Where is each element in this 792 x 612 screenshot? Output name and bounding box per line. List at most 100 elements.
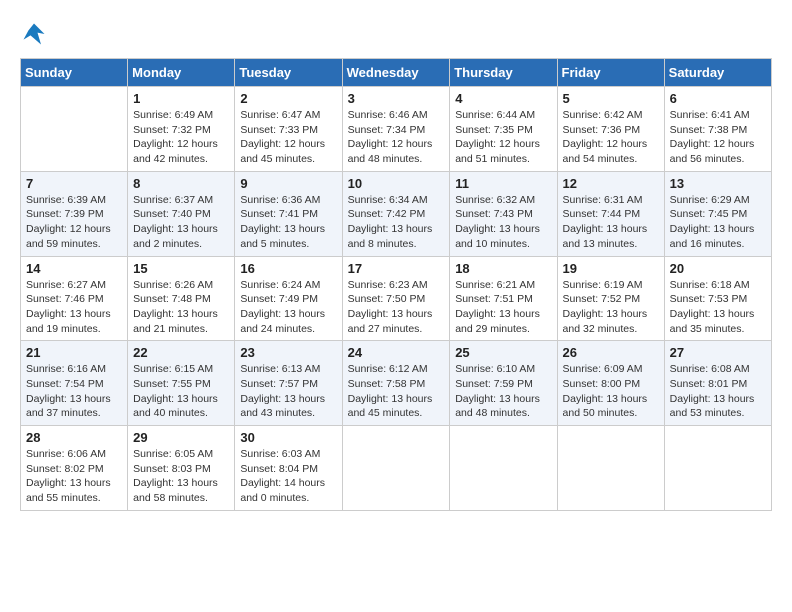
- calendar-cell: 19 Sunrise: 6:19 AM Sunset: 7:52 PM Dayli…: [557, 256, 664, 341]
- calendar-cell: 24Sunrise: 6:12 AM Sunset: 7:58 PM Dayli…: [342, 341, 450, 426]
- day-info: Sunrise: 6:13 AM Sunset: 7:57 PM Dayligh…: [240, 362, 336, 421]
- weekday-header-tuesday: Tuesday: [235, 59, 342, 87]
- day-info: Sunrise: 6:46 AM Sunset: 7:34 PM Dayligh…: [348, 108, 445, 167]
- day-number: 22: [133, 345, 229, 360]
- day-info: Sunrise: 6:41 AM Sunset: 7:38 PM Dayligh…: [670, 108, 766, 167]
- day-number: 14: [26, 261, 122, 276]
- day-number: 1: [133, 91, 229, 106]
- day-number: 24: [348, 345, 445, 360]
- calendar-week-row: 21Sunrise: 6:16 AM Sunset: 7:54 PM Dayli…: [21, 341, 772, 426]
- page-header: [20, 20, 772, 48]
- day-info: Sunrise: 6:18 AM Sunset: 7:53 PM Dayligh…: [670, 278, 766, 337]
- calendar-cell: 5 Sunrise: 6:42 AM Sunset: 7:36 PM Daylig…: [557, 87, 664, 172]
- calendar-week-row: 28 Sunrise: 6:06 AM Sunset: 8:02 PM Dayli…: [21, 426, 772, 511]
- day-number: 27: [670, 345, 766, 360]
- calendar-cell: 20 Sunrise: 6:18 AM Sunset: 7:53 PM Dayli…: [664, 256, 771, 341]
- calendar-week-row: 1 Sunrise: 6:49 AM Sunset: 7:32 PM Daylig…: [21, 87, 772, 172]
- calendar-cell: 8Sunrise: 6:37 AM Sunset: 7:40 PM Daylig…: [128, 171, 235, 256]
- day-number: 20: [670, 261, 766, 276]
- calendar-cell: 14 Sunrise: 6:27 AM Sunset: 7:46 PM Dayli…: [21, 256, 128, 341]
- day-info: Sunrise: 6:27 AM Sunset: 7:46 PM Dayligh…: [26, 278, 122, 337]
- day-number: 26: [563, 345, 659, 360]
- calendar-cell: 30 Sunrise: 6:03 AM Sunset: 8:04 PM Dayli…: [235, 426, 342, 511]
- day-number: 7: [26, 176, 122, 191]
- calendar-cell: 10 Sunrise: 6:34 AM Sunset: 7:42 PM Dayli…: [342, 171, 450, 256]
- day-info: Sunrise: 6:29 AM Sunset: 7:45 PM Dayligh…: [670, 193, 766, 252]
- day-info: Sunrise: 6:05 AM Sunset: 8:03 PM Dayligh…: [133, 447, 229, 506]
- calendar-cell: 18Sunrise: 6:21 AM Sunset: 7:51 PM Dayli…: [450, 256, 557, 341]
- day-info: Sunrise: 6:39 AM Sunset: 7:39 PM Dayligh…: [26, 193, 122, 252]
- day-number: 9: [240, 176, 336, 191]
- day-number: 3: [348, 91, 445, 106]
- day-number: 25: [455, 345, 551, 360]
- day-number: 30: [240, 430, 336, 445]
- day-info: Sunrise: 6:49 AM Sunset: 7:32 PM Dayligh…: [133, 108, 229, 167]
- day-info: Sunrise: 6:19 AM Sunset: 7:52 PM Dayligh…: [563, 278, 659, 337]
- day-info: Sunrise: 6:09 AM Sunset: 8:00 PM Dayligh…: [563, 362, 659, 421]
- day-info: Sunrise: 6:06 AM Sunset: 8:02 PM Dayligh…: [26, 447, 122, 506]
- day-number: 16: [240, 261, 336, 276]
- calendar-cell: 1 Sunrise: 6:49 AM Sunset: 7:32 PM Daylig…: [128, 87, 235, 172]
- weekday-header-saturday: Saturday: [664, 59, 771, 87]
- calendar-cell: 22 Sunrise: 6:15 AM Sunset: 7:55 PM Dayli…: [128, 341, 235, 426]
- calendar-cell: 15 Sunrise: 6:26 AM Sunset: 7:48 PM Dayli…: [128, 256, 235, 341]
- day-number: 19: [563, 261, 659, 276]
- calendar-cell: 26 Sunrise: 6:09 AM Sunset: 8:00 PM Dayli…: [557, 341, 664, 426]
- calendar-cell: [450, 426, 557, 511]
- logo-icon: [20, 20, 48, 48]
- day-info: Sunrise: 6:44 AM Sunset: 7:35 PM Dayligh…: [455, 108, 551, 167]
- weekday-header-friday: Friday: [557, 59, 664, 87]
- day-info: Sunrise: 6:03 AM Sunset: 8:04 PM Dayligh…: [240, 447, 336, 506]
- weekday-header-sunday: Sunday: [21, 59, 128, 87]
- day-info: Sunrise: 6:15 AM Sunset: 7:55 PM Dayligh…: [133, 362, 229, 421]
- day-info: Sunrise: 6:31 AM Sunset: 7:44 PM Dayligh…: [563, 193, 659, 252]
- weekday-header-thursday: Thursday: [450, 59, 557, 87]
- weekday-header-monday: Monday: [128, 59, 235, 87]
- day-info: Sunrise: 6:34 AM Sunset: 7:42 PM Dayligh…: [348, 193, 445, 252]
- weekday-header-wednesday: Wednesday: [342, 59, 450, 87]
- calendar-cell: 25 Sunrise: 6:10 AM Sunset: 7:59 PM Dayli…: [450, 341, 557, 426]
- day-number: 29: [133, 430, 229, 445]
- day-number: 4: [455, 91, 551, 106]
- day-info: Sunrise: 6:10 AM Sunset: 7:59 PM Dayligh…: [455, 362, 551, 421]
- calendar-cell: [342, 426, 450, 511]
- logo: [20, 20, 52, 48]
- calendar-cell: 28 Sunrise: 6:06 AM Sunset: 8:02 PM Dayli…: [21, 426, 128, 511]
- day-number: 13: [670, 176, 766, 191]
- day-info: Sunrise: 6:37 AM Sunset: 7:40 PM Dayligh…: [133, 193, 229, 252]
- calendar-cell: [664, 426, 771, 511]
- calendar-cell: [21, 87, 128, 172]
- day-info: Sunrise: 6:21 AM Sunset: 7:51 PM Dayligh…: [455, 278, 551, 337]
- day-number: 12: [563, 176, 659, 191]
- weekday-header-row: SundayMondayTuesdayWednesdayThursdayFrid…: [21, 59, 772, 87]
- calendar-cell: 21Sunrise: 6:16 AM Sunset: 7:54 PM Dayli…: [21, 341, 128, 426]
- calendar-cell: 3 Sunrise: 6:46 AM Sunset: 7:34 PM Daylig…: [342, 87, 450, 172]
- calendar-cell: 9 Sunrise: 6:36 AM Sunset: 7:41 PM Daylig…: [235, 171, 342, 256]
- day-number: 11: [455, 176, 551, 191]
- calendar-cell: 16 Sunrise: 6:24 AM Sunset: 7:49 PM Dayli…: [235, 256, 342, 341]
- calendar-table: SundayMondayTuesdayWednesdayThursdayFrid…: [20, 58, 772, 511]
- day-number: 15: [133, 261, 229, 276]
- calendar-cell: 6 Sunrise: 6:41 AM Sunset: 7:38 PM Daylig…: [664, 87, 771, 172]
- day-number: 5: [563, 91, 659, 106]
- day-info: Sunrise: 6:24 AM Sunset: 7:49 PM Dayligh…: [240, 278, 336, 337]
- calendar-week-row: 7 Sunrise: 6:39 AM Sunset: 7:39 PM Daylig…: [21, 171, 772, 256]
- calendar-cell: 12 Sunrise: 6:31 AM Sunset: 7:44 PM Dayli…: [557, 171, 664, 256]
- calendar-cell: 27Sunrise: 6:08 AM Sunset: 8:01 PM Dayli…: [664, 341, 771, 426]
- calendar-cell: 2Sunrise: 6:47 AM Sunset: 7:33 PM Daylig…: [235, 87, 342, 172]
- day-number: 2: [240, 91, 336, 106]
- calendar-cell: 13 Sunrise: 6:29 AM Sunset: 7:45 PM Dayli…: [664, 171, 771, 256]
- calendar-cell: 23Sunrise: 6:13 AM Sunset: 7:57 PM Dayli…: [235, 341, 342, 426]
- calendar-cell: 7 Sunrise: 6:39 AM Sunset: 7:39 PM Daylig…: [21, 171, 128, 256]
- calendar-week-row: 14 Sunrise: 6:27 AM Sunset: 7:46 PM Dayli…: [21, 256, 772, 341]
- day-info: Sunrise: 6:36 AM Sunset: 7:41 PM Dayligh…: [240, 193, 336, 252]
- day-info: Sunrise: 6:42 AM Sunset: 7:36 PM Dayligh…: [563, 108, 659, 167]
- calendar-cell: 17Sunrise: 6:23 AM Sunset: 7:50 PM Dayli…: [342, 256, 450, 341]
- day-number: 10: [348, 176, 445, 191]
- day-info: Sunrise: 6:26 AM Sunset: 7:48 PM Dayligh…: [133, 278, 229, 337]
- day-number: 6: [670, 91, 766, 106]
- day-number: 28: [26, 430, 122, 445]
- day-number: 17: [348, 261, 445, 276]
- calendar-cell: 4 Sunrise: 6:44 AM Sunset: 7:35 PM Daylig…: [450, 87, 557, 172]
- calendar-cell: 29 Sunrise: 6:05 AM Sunset: 8:03 PM Dayli…: [128, 426, 235, 511]
